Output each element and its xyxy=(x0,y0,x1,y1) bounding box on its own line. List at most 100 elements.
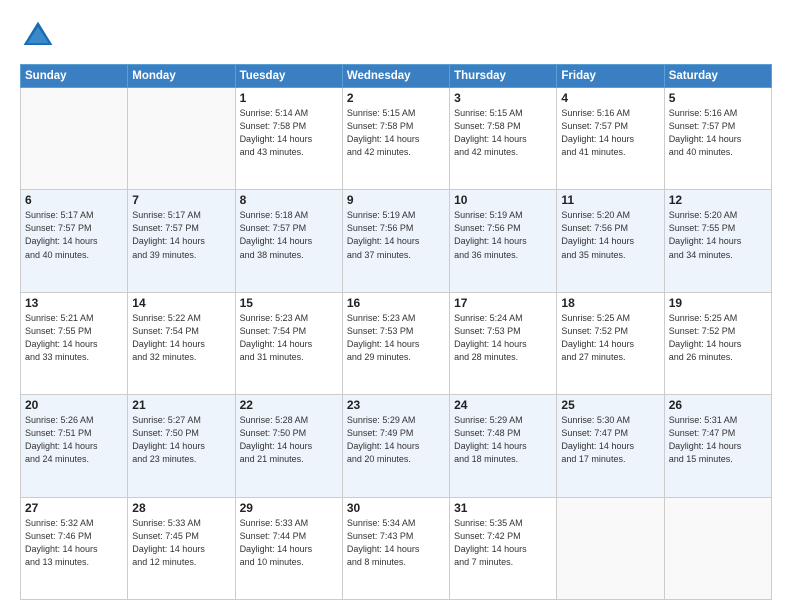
day-info: Sunrise: 5:29 AM Sunset: 7:48 PM Dayligh… xyxy=(454,414,552,466)
logo-icon xyxy=(20,18,56,54)
day-info: Sunrise: 5:23 AM Sunset: 7:53 PM Dayligh… xyxy=(347,312,445,364)
day-number: 10 xyxy=(454,193,552,207)
day-number: 3 xyxy=(454,91,552,105)
day-number: 6 xyxy=(25,193,123,207)
day-info: Sunrise: 5:25 AM Sunset: 7:52 PM Dayligh… xyxy=(669,312,767,364)
day-info: Sunrise: 5:17 AM Sunset: 7:57 PM Dayligh… xyxy=(25,209,123,261)
day-info: Sunrise: 5:22 AM Sunset: 7:54 PM Dayligh… xyxy=(132,312,230,364)
day-number: 30 xyxy=(347,501,445,515)
page: SundayMondayTuesdayWednesdayThursdayFrid… xyxy=(0,0,792,612)
calendar-cell: 13Sunrise: 5:21 AM Sunset: 7:55 PM Dayli… xyxy=(21,292,128,394)
day-number: 24 xyxy=(454,398,552,412)
calendar-cell: 29Sunrise: 5:33 AM Sunset: 7:44 PM Dayli… xyxy=(235,497,342,599)
day-number: 2 xyxy=(347,91,445,105)
calendar-cell: 14 Sunrise: 5:22 AM Sunset: 7:54 PM Dayli… xyxy=(128,292,235,394)
calendar-cell: 9 Sunrise: 5:19 AM Sunset: 7:56 PM Daylig… xyxy=(342,190,449,292)
day-info: Sunrise: 5:33 AM Sunset: 7:45 PM Dayligh… xyxy=(132,517,230,569)
calendar-cell: 21 Sunrise: 5:27 AM Sunset: 7:50 PM Dayli… xyxy=(128,395,235,497)
calendar-cell: 28 Sunrise: 5:33 AM Sunset: 7:45 PM Dayli… xyxy=(128,497,235,599)
calendar-cell: 6 Sunrise: 5:17 AM Sunset: 7:57 PM Daylig… xyxy=(21,190,128,292)
calendar-cell: 10 Sunrise: 5:19 AM Sunset: 7:56 PM Dayli… xyxy=(450,190,557,292)
day-info: Sunrise: 5:16 AM Sunset: 7:57 PM Dayligh… xyxy=(669,107,767,159)
day-header-monday: Monday xyxy=(128,65,235,88)
day-number: 22 xyxy=(240,398,338,412)
week-row-2: 13Sunrise: 5:21 AM Sunset: 7:55 PM Dayli… xyxy=(21,292,772,394)
day-info: Sunrise: 5:29 AM Sunset: 7:49 PM Dayligh… xyxy=(347,414,445,466)
day-number: 23 xyxy=(347,398,445,412)
day-info: Sunrise: 5:20 AM Sunset: 7:56 PM Dayligh… xyxy=(561,209,659,261)
calendar-cell: 16 Sunrise: 5:23 AM Sunset: 7:53 PM Dayli… xyxy=(342,292,449,394)
day-number: 19 xyxy=(669,296,767,310)
week-row-3: 20Sunrise: 5:26 AM Sunset: 7:51 PM Dayli… xyxy=(21,395,772,497)
calendar-cell: 27 Sunrise: 5:32 AM Sunset: 7:46 PM Dayli… xyxy=(21,497,128,599)
calendar-cell: 15Sunrise: 5:23 AM Sunset: 7:54 PM Dayli… xyxy=(235,292,342,394)
day-header-saturday: Saturday xyxy=(664,65,771,88)
day-number: 15 xyxy=(240,296,338,310)
calendar-cell: 31Sunrise: 5:35 AM Sunset: 7:42 PM Dayli… xyxy=(450,497,557,599)
day-number: 7 xyxy=(132,193,230,207)
calendar-cell xyxy=(21,88,128,190)
day-number: 11 xyxy=(561,193,659,207)
day-number: 29 xyxy=(240,501,338,515)
day-number: 12 xyxy=(669,193,767,207)
logo xyxy=(20,18,62,54)
day-info: Sunrise: 5:19 AM Sunset: 7:56 PM Dayligh… xyxy=(347,209,445,261)
day-info: Sunrise: 5:20 AM Sunset: 7:55 PM Dayligh… xyxy=(669,209,767,261)
day-info: Sunrise: 5:30 AM Sunset: 7:47 PM Dayligh… xyxy=(561,414,659,466)
calendar-cell: 23 Sunrise: 5:29 AM Sunset: 7:49 PM Dayli… xyxy=(342,395,449,497)
day-info: Sunrise: 5:14 AM Sunset: 7:58 PM Dayligh… xyxy=(240,107,338,159)
calendar-cell: 24 Sunrise: 5:29 AM Sunset: 7:48 PM Dayli… xyxy=(450,395,557,497)
day-number: 9 xyxy=(347,193,445,207)
calendar-cell: 12 Sunrise: 5:20 AM Sunset: 7:55 PM Dayli… xyxy=(664,190,771,292)
calendar-cell: 19 Sunrise: 5:25 AM Sunset: 7:52 PM Dayli… xyxy=(664,292,771,394)
calendar-cell xyxy=(128,88,235,190)
day-header-row: SundayMondayTuesdayWednesdayThursdayFrid… xyxy=(21,65,772,88)
calendar-cell: 30 Sunrise: 5:34 AM Sunset: 7:43 PM Dayli… xyxy=(342,497,449,599)
day-info: Sunrise: 5:15 AM Sunset: 7:58 PM Dayligh… xyxy=(454,107,552,159)
calendar-cell: 3 Sunrise: 5:15 AM Sunset: 7:58 PM Daylig… xyxy=(450,88,557,190)
calendar-cell: 5 Sunrise: 5:16 AM Sunset: 7:57 PM Daylig… xyxy=(664,88,771,190)
day-number: 13 xyxy=(25,296,123,310)
day-number: 14 xyxy=(132,296,230,310)
calendar-cell: 26 Sunrise: 5:31 AM Sunset: 7:47 PM Dayli… xyxy=(664,395,771,497)
calendar-cell: 7 Sunrise: 5:17 AM Sunset: 7:57 PM Daylig… xyxy=(128,190,235,292)
day-number: 16 xyxy=(347,296,445,310)
calendar-cell: 2 Sunrise: 5:15 AM Sunset: 7:58 PM Daylig… xyxy=(342,88,449,190)
day-header-thursday: Thursday xyxy=(450,65,557,88)
calendar: SundayMondayTuesdayWednesdayThursdayFrid… xyxy=(20,64,772,600)
week-row-4: 27 Sunrise: 5:32 AM Sunset: 7:46 PM Dayli… xyxy=(21,497,772,599)
day-number: 1 xyxy=(240,91,338,105)
calendar-cell: 20Sunrise: 5:26 AM Sunset: 7:51 PM Dayli… xyxy=(21,395,128,497)
calendar-cell: 22 Sunrise: 5:28 AM Sunset: 7:50 PM Dayli… xyxy=(235,395,342,497)
calendar-cell xyxy=(557,497,664,599)
day-info: Sunrise: 5:24 AM Sunset: 7:53 PM Dayligh… xyxy=(454,312,552,364)
day-number: 8 xyxy=(240,193,338,207)
day-number: 17 xyxy=(454,296,552,310)
day-header-wednesday: Wednesday xyxy=(342,65,449,88)
calendar-cell: 8 Sunrise: 5:18 AM Sunset: 7:57 PM Daylig… xyxy=(235,190,342,292)
day-info: Sunrise: 5:31 AM Sunset: 7:47 PM Dayligh… xyxy=(669,414,767,466)
day-number: 4 xyxy=(561,91,659,105)
day-header-tuesday: Tuesday xyxy=(235,65,342,88)
day-info: Sunrise: 5:15 AM Sunset: 7:58 PM Dayligh… xyxy=(347,107,445,159)
day-info: Sunrise: 5:16 AM Sunset: 7:57 PM Dayligh… xyxy=(561,107,659,159)
day-number: 18 xyxy=(561,296,659,310)
day-number: 27 xyxy=(25,501,123,515)
day-number: 20 xyxy=(25,398,123,412)
week-row-0: 1 Sunrise: 5:14 AM Sunset: 7:58 PM Daylig… xyxy=(21,88,772,190)
day-info: Sunrise: 5:18 AM Sunset: 7:57 PM Dayligh… xyxy=(240,209,338,261)
day-number: 21 xyxy=(132,398,230,412)
day-number: 5 xyxy=(669,91,767,105)
day-number: 26 xyxy=(669,398,767,412)
calendar-cell: 18Sunrise: 5:25 AM Sunset: 7:52 PM Dayli… xyxy=(557,292,664,394)
day-info: Sunrise: 5:19 AM Sunset: 7:56 PM Dayligh… xyxy=(454,209,552,261)
day-info: Sunrise: 5:17 AM Sunset: 7:57 PM Dayligh… xyxy=(132,209,230,261)
day-header-sunday: Sunday xyxy=(21,65,128,88)
calendar-cell xyxy=(664,497,771,599)
day-info: Sunrise: 5:28 AM Sunset: 7:50 PM Dayligh… xyxy=(240,414,338,466)
day-number: 28 xyxy=(132,501,230,515)
day-header-friday: Friday xyxy=(557,65,664,88)
day-info: Sunrise: 5:32 AM Sunset: 7:46 PM Dayligh… xyxy=(25,517,123,569)
day-info: Sunrise: 5:27 AM Sunset: 7:50 PM Dayligh… xyxy=(132,414,230,466)
day-info: Sunrise: 5:34 AM Sunset: 7:43 PM Dayligh… xyxy=(347,517,445,569)
